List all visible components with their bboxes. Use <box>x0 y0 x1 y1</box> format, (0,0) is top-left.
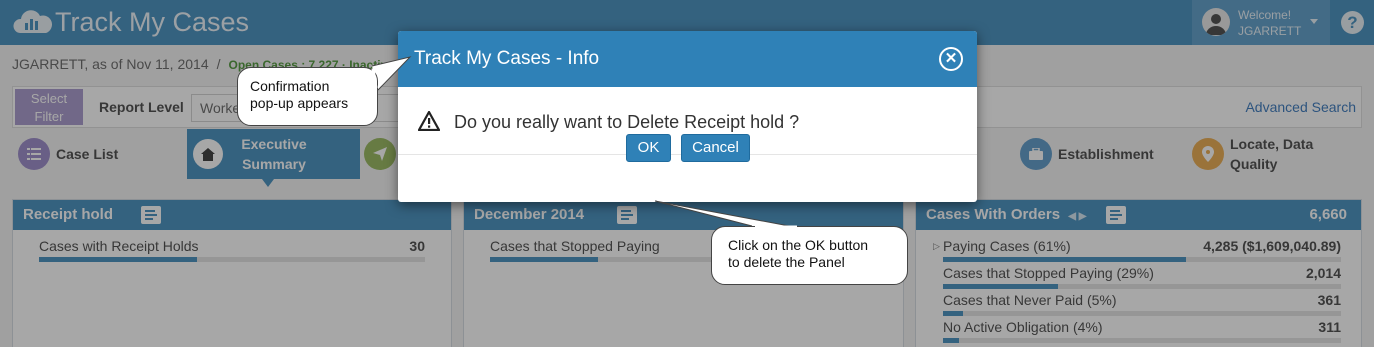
close-icon[interactable]: ✕ <box>939 47 963 71</box>
dialog-message: Do you really want to Delete Receipt hol… <box>454 112 800 132</box>
warning-icon <box>418 111 440 131</box>
dialog-header: Track My Cases - Info ✕ <box>398 31 977 87</box>
dialog-title: Track My Cases - Info <box>414 48 600 69</box>
cancel-button[interactable]: Cancel <box>681 134 750 162</box>
info-dialog: Track My Cases - Info ✕ Do you really wa… <box>398 31 977 202</box>
callout-confirmation: Confirmation pop-up appears <box>237 67 378 126</box>
ok-button[interactable]: OK <box>626 134 671 162</box>
callout-ok-instruction: Click on the OK button to delete the Pan… <box>711 226 908 285</box>
